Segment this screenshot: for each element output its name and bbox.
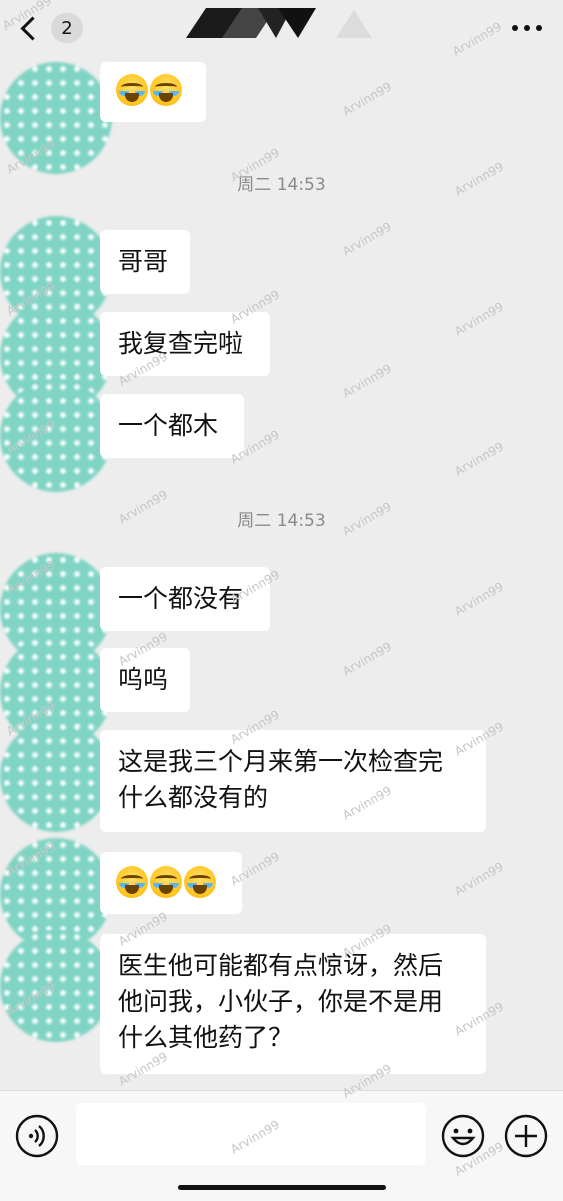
more-options-icon[interactable]: [511, 20, 543, 36]
message-text: 我复查完啦: [118, 329, 244, 358]
message-list[interactable]: 周二 14:53 哥哥 我复查完啦 一个都木 周二 14:53 一个都没有 呜呜…: [0, 0, 563, 1090]
message-text-line: 什么都没有的: [118, 783, 269, 812]
message-text-line: 什么其他药了？: [118, 1023, 294, 1052]
message-bubble[interactable]: 这是我三个月来第一次检查完 什么都没有的: [100, 730, 486, 832]
message-text-line: 医生他可能都有点惊讶，然后: [118, 951, 444, 980]
home-indicator: [178, 1185, 386, 1190]
chat-title-redacted: [186, 8, 372, 38]
message-bubble[interactable]: 一个都没有: [100, 567, 270, 631]
chat-header: 2: [0, 0, 563, 58]
chevron-left-icon: [20, 15, 45, 41]
message-input[interactable]: [76, 1103, 426, 1165]
message-bubble[interactable]: 一个都木: [100, 394, 244, 458]
message-bubble[interactable]: [100, 62, 206, 122]
message-text: 一个都木: [118, 411, 219, 440]
unread-count-badge: 2: [51, 13, 83, 43]
message-bubble[interactable]: [100, 852, 242, 914]
message-text-line: 他问我，小伙子，你是不是用: [118, 987, 444, 1016]
emoji-picker-icon[interactable]: [440, 1113, 486, 1159]
message-timestamp: 周二 14:53: [237, 511, 326, 531]
loudly-crying-face-icon: [116, 866, 148, 898]
loudly-crying-face-icon: [116, 74, 148, 106]
more-functions-plus-icon[interactable]: [503, 1113, 549, 1159]
message-timestamp: 周二 14:53: [237, 175, 326, 195]
loudly-crying-face-icon: [184, 866, 216, 898]
message-bubble[interactable]: 我复查完啦: [100, 312, 270, 376]
avatar[interactable]: [0, 380, 112, 492]
back-button[interactable]: 2: [20, 10, 83, 46]
message-bubble[interactable]: 呜呜: [100, 648, 190, 712]
message-text: 哥哥: [118, 247, 169, 276]
message-bubble[interactable]: 医生他可能都有点惊讶，然后 他问我，小伙子，你是不是用 什么其他药了？: [100, 934, 486, 1074]
avatar[interactable]: [0, 62, 112, 174]
voice-input-icon[interactable]: [14, 1113, 60, 1159]
avatar[interactable]: [0, 720, 112, 832]
loudly-crying-face-icon: [150, 866, 182, 898]
loudly-crying-face-icon: [150, 74, 182, 106]
avatar[interactable]: [0, 930, 112, 1042]
message-bubble[interactable]: 哥哥: [100, 230, 190, 294]
message-text-line: 这是我三个月来第一次检查完: [118, 747, 444, 776]
message-text: 呜呜: [118, 665, 169, 694]
message-text: 一个都没有: [118, 584, 244, 613]
